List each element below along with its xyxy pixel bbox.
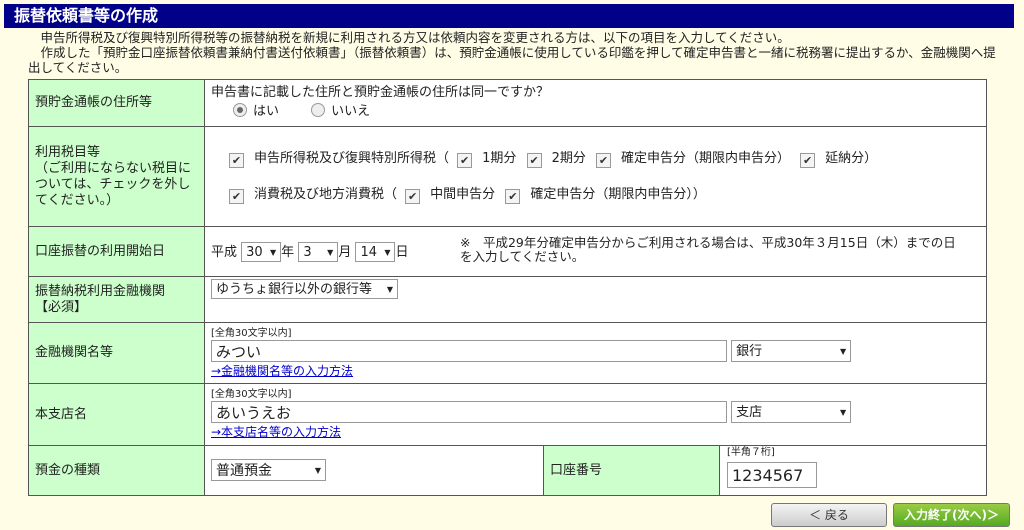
- day-unit: 日: [395, 244, 409, 260]
- bank-type-cell: ゆうちょ銀行以外の銀行等 ▼: [204, 276, 987, 323]
- year-select[interactable]: 30 ▼: [241, 242, 282, 263]
- branch-kind-value: 支店: [736, 405, 763, 420]
- bank-type-required: 【必須】: [35, 299, 88, 315]
- day-arrow-icon: ▼: [384, 248, 391, 258]
- month-select[interactable]: 3 ▼: [298, 242, 339, 263]
- period2-checkbox[interactable]: ✔: [526, 152, 542, 168]
- branch-help-link[interactable]: →本支店名等の入力方法: [211, 425, 341, 439]
- bank-type-arrow-icon: ▼: [386, 285, 393, 294]
- final-checkbox[interactable]: ✔: [596, 152, 611, 168]
- yes-label: はい: [253, 104, 280, 119]
- bank-type-label: 振替納税利用金融機関: [35, 283, 166, 299]
- deposit-select[interactable]: 普通預金 ▼: [211, 459, 326, 481]
- tax-row: 利用税目等 （ご利用にならない税目については、チェックを外してください。） ✔ 申…: [28, 126, 987, 227]
- intro-text: 申告所得税及び復興特別所得税等の振替納税を新規に利用される方又は依頼内容を変更さ…: [28, 30, 1008, 75]
- next-button[interactable]: 入力終了(次へ)＞: [893, 503, 1010, 527]
- month-unit: 月: [338, 244, 352, 260]
- bank-name-limit: [全角30文字以内]: [211, 327, 292, 339]
- address-row: 預貯金通帳の住所等 申告書に記載した住所と預貯金通帳の住所は同一ですか？ はい …: [28, 79, 987, 127]
- tax-label: 利用税目等: [35, 144, 101, 160]
- no-label: いいえ: [331, 104, 371, 119]
- account-label-cell: 口座番号: [543, 446, 720, 495]
- start-note: ※ 平成29年分確定申告分からご利用される場合は、平成30年３月15日（木）まで…: [460, 235, 956, 264]
- bank-type-row: 振替納税利用金融機関 【必須】 ゆうちょ銀行以外の銀行等 ▼: [28, 276, 987, 323]
- branch-limit: [全角30文字以内]: [211, 389, 292, 400]
- start-row: 口座振替の利用開始日 平成 30 ▼ 年 3 ▼ 月 14 ▼ 日 ※ 平成29年分確定申告…: [28, 226, 987, 277]
- period1-checkbox[interactable]: ✔: [457, 152, 473, 168]
- era-label: 平成: [211, 244, 238, 260]
- address-label: 預貯金通帳の住所等: [28, 79, 205, 127]
- form-table: 預貯金通帳の住所等 申告書に記載した住所と預貯金通帳の住所は同一ですか？ はい …: [28, 79, 987, 496]
- branch-kind-arrow-icon: ▼: [839, 408, 847, 417]
- page-title: 振替依頼書等の作成: [4, 4, 1014, 28]
- bank-kind-arrow-icon: ▼: [839, 346, 847, 356]
- bank-name-help-link[interactable]: →金融機関名等の入力方法: [211, 364, 353, 378]
- period1-label: 1期分: [482, 150, 517, 166]
- final-label: 確定申告分（期限内申告分）: [621, 150, 791, 166]
- year-value: 30: [246, 245, 263, 261]
- day-value: 14: [360, 245, 378, 261]
- account-label: 口座番号: [550, 463, 603, 478]
- start-label: 口座振替の利用開始日: [28, 226, 205, 277]
- back-button[interactable]: ＜ 戻る: [771, 503, 887, 527]
- year-unit: 年: [281, 244, 295, 260]
- intro-line-2: 作成した「預貯金口座振替依頼書兼納付書送付依頼書」（振替依頼書）は、預貯金通帳に…: [28, 45, 996, 75]
- final2-label: 確定申告分（期限内申告分））: [530, 186, 706, 202]
- start-cell: 平成 30 ▼ 年 3 ▼ 月 14 ▼ 日 ※ 平成29年分確定申告分からご利用される場合…: [204, 226, 987, 277]
- tax-label-note: （ご利用にならない税目については、チェックを外してください。）: [35, 160, 192, 208]
- intro-line-1: 申告所得税及び復興特別所得税等の振替納税を新規に利用される方又は依頼内容を変更さ…: [40, 30, 790, 45]
- period2-label: 2期分: [551, 150, 586, 166]
- bank-type-value: ゆうちょ銀行以外の銀行等: [216, 282, 373, 297]
- bank-kind-value: 銀行: [736, 343, 763, 359]
- consumption-tax-checkbox[interactable]: ✔: [229, 188, 244, 204]
- consumption-tax-label: 消費税及び地方消費税（: [254, 186, 398, 202]
- month-value: 3: [303, 245, 312, 261]
- branch-input[interactable]: あいうえお: [211, 401, 727, 423]
- branch-kind-select[interactable]: 支店 ▼: [731, 401, 852, 423]
- account-number-input[interactable]: 1234567: [727, 462, 817, 488]
- deposit-label: 預金の種類: [28, 445, 205, 496]
- final2-checkbox[interactable]: ✔: [505, 188, 521, 204]
- yes-radio[interactable]: [233, 103, 247, 117]
- bank-name-input[interactable]: みつい: [211, 339, 727, 362]
- tax-label-cell: 利用税目等 （ご利用にならない税目については、チェックを外してください。）: [28, 126, 205, 227]
- bank-type-select[interactable]: ゆうちょ銀行以外の銀行等 ▼: [211, 279, 398, 299]
- income-tax-checkbox[interactable]: ✔: [229, 152, 244, 168]
- branch-label: 本支店名: [28, 383, 205, 446]
- bank-kind-select[interactable]: 銀行 ▼: [731, 339, 852, 362]
- year-arrow-icon: ▼: [270, 248, 277, 258]
- branch-cell: [全角30文字以内] あいうえお 支店 ▼ →本支店名等の入力方法: [204, 383, 987, 446]
- interim-checkbox[interactable]: ✔: [405, 188, 421, 204]
- tax-cell: ✔ 申告所得税及び復興特別所得税（ ✔ 1期分 ✔ 2期分 ✔ 確定申告分（期限内申告分…: [204, 126, 987, 227]
- address-cell: 申告書に記載した住所と預貯金通帳の住所は同一ですか？ はい いいえ: [204, 79, 987, 127]
- interim-label: 中間申告分: [430, 186, 496, 202]
- bank-name-row: 金融機関名等 [全角30文字以内] みつい 銀行 ▼ →金融機関名等の入力方法: [28, 322, 987, 384]
- branch-row: 本支店名 [全角30文字以内] あいうえお 支店 ▼ →本支店名等の入力方法: [28, 383, 987, 446]
- deposit-row: 預金の種類 普通預金 ▼ 口座番号 [半角７桁] 1234567: [28, 445, 987, 496]
- bank-name-label: 金融機関名等: [28, 322, 205, 384]
- deposit-cell: 普通預金 ▼ 口座番号 [半角７桁] 1234567: [204, 445, 987, 496]
- no-radio[interactable]: [311, 103, 326, 117]
- address-question: 申告書に記載した住所と預貯金通帳の住所は同一ですか？: [211, 85, 550, 100]
- account-limit: [半角７桁]: [727, 447, 775, 458]
- extended-label: 延納分）: [825, 150, 878, 166]
- extended-checkbox[interactable]: ✔: [800, 152, 816, 168]
- income-tax-label: 申告所得税及び復興特別所得税（: [254, 150, 450, 166]
- deposit-value: 普通預金: [216, 463, 272, 479]
- bank-name-cell: [全角30文字以内] みつい 銀行 ▼ →金融機関名等の入力方法: [204, 322, 987, 384]
- deposit-arrow-icon: ▼: [314, 466, 321, 475]
- month-arrow-icon: ▼: [327, 248, 334, 258]
- day-select[interactable]: 14 ▼: [355, 242, 396, 263]
- bank-type-label-cell: 振替納税利用金融機関 【必須】: [28, 276, 205, 323]
